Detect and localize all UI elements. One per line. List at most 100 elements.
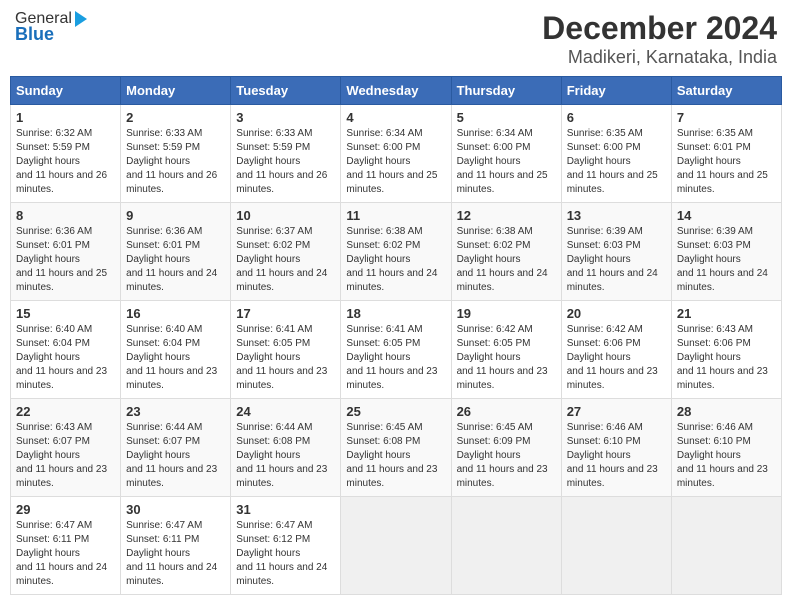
day-info: Sunrise: 6:36 AM Sunset: 6:01 PM Dayligh… [126, 225, 225, 295]
calendar-cell: 9 Sunrise: 6:36 AM Sunset: 6:01 PM Dayli… [121, 203, 231, 301]
column-header-wednesday: Wednesday [341, 77, 451, 105]
location-title: Madikeri, Karnataka, India [542, 47, 777, 68]
calendar-cell: 24 Sunrise: 6:44 AM Sunset: 6:08 PM Dayl… [231, 399, 341, 497]
day-info: Sunrise: 6:47 AM Sunset: 6:11 PM Dayligh… [126, 519, 225, 589]
calendar-cell: 13 Sunrise: 6:39 AM Sunset: 6:03 PM Dayl… [561, 203, 671, 301]
day-info: Sunrise: 6:32 AM Sunset: 5:59 PM Dayligh… [16, 127, 115, 197]
day-number: 14 [677, 208, 776, 223]
month-title: December 2024 [542, 10, 777, 47]
day-info: Sunrise: 6:38 AM Sunset: 6:02 PM Dayligh… [457, 225, 556, 295]
day-number: 1 [16, 110, 115, 125]
day-info: Sunrise: 6:38 AM Sunset: 6:02 PM Dayligh… [346, 225, 445, 295]
calendar-week-3: 15 Sunrise: 6:40 AM Sunset: 6:04 PM Dayl… [11, 301, 782, 399]
calendar-cell: 15 Sunrise: 6:40 AM Sunset: 6:04 PM Dayl… [11, 301, 121, 399]
calendar-table: SundayMondayTuesdayWednesdayThursdayFrid… [10, 76, 782, 595]
calendar-cell: 2 Sunrise: 6:33 AM Sunset: 5:59 PM Dayli… [121, 105, 231, 203]
column-header-thursday: Thursday [451, 77, 561, 105]
page-header: General Blue December 2024 Madikeri, Kar… [10, 10, 782, 68]
column-header-saturday: Saturday [671, 77, 781, 105]
day-info: Sunrise: 6:44 AM Sunset: 6:08 PM Dayligh… [236, 421, 335, 491]
calendar-week-5: 29 Sunrise: 6:47 AM Sunset: 6:11 PM Dayl… [11, 497, 782, 595]
day-number: 17 [236, 306, 335, 321]
day-number: 5 [457, 110, 556, 125]
day-info: Sunrise: 6:33 AM Sunset: 5:59 PM Dayligh… [126, 127, 225, 197]
day-number: 10 [236, 208, 335, 223]
calendar-cell: 8 Sunrise: 6:36 AM Sunset: 6:01 PM Dayli… [11, 203, 121, 301]
day-number: 6 [567, 110, 666, 125]
day-number: 29 [16, 502, 115, 517]
day-info: Sunrise: 6:45 AM Sunset: 6:08 PM Dayligh… [346, 421, 445, 491]
day-number: 13 [567, 208, 666, 223]
day-info: Sunrise: 6:42 AM Sunset: 6:06 PM Dayligh… [567, 323, 666, 393]
day-info: Sunrise: 6:37 AM Sunset: 6:02 PM Dayligh… [236, 225, 335, 295]
logo-arrow-icon [75, 11, 87, 27]
day-number: 26 [457, 404, 556, 419]
day-number: 18 [346, 306, 445, 321]
calendar-cell: 30 Sunrise: 6:47 AM Sunset: 6:11 PM Dayl… [121, 497, 231, 595]
calendar-cell [451, 497, 561, 595]
day-number: 22 [16, 404, 115, 419]
calendar-header-row: SundayMondayTuesdayWednesdayThursdayFrid… [11, 77, 782, 105]
day-number: 15 [16, 306, 115, 321]
day-info: Sunrise: 6:46 AM Sunset: 6:10 PM Dayligh… [567, 421, 666, 491]
logo-blue-text: Blue [15, 24, 54, 45]
calendar-cell [671, 497, 781, 595]
day-info: Sunrise: 6:34 AM Sunset: 6:00 PM Dayligh… [457, 127, 556, 197]
column-header-tuesday: Tuesday [231, 77, 341, 105]
day-info: Sunrise: 6:47 AM Sunset: 6:12 PM Dayligh… [236, 519, 335, 589]
day-number: 25 [346, 404, 445, 419]
day-info: Sunrise: 6:40 AM Sunset: 6:04 PM Dayligh… [16, 323, 115, 393]
calendar-cell: 16 Sunrise: 6:40 AM Sunset: 6:04 PM Dayl… [121, 301, 231, 399]
day-info: Sunrise: 6:39 AM Sunset: 6:03 PM Dayligh… [567, 225, 666, 295]
calendar-cell: 4 Sunrise: 6:34 AM Sunset: 6:00 PM Dayli… [341, 105, 451, 203]
day-number: 3 [236, 110, 335, 125]
day-number: 2 [126, 110, 225, 125]
day-info: Sunrise: 6:40 AM Sunset: 6:04 PM Dayligh… [126, 323, 225, 393]
day-number: 30 [126, 502, 225, 517]
calendar-cell: 5 Sunrise: 6:34 AM Sunset: 6:00 PM Dayli… [451, 105, 561, 203]
calendar-cell: 21 Sunrise: 6:43 AM Sunset: 6:06 PM Dayl… [671, 301, 781, 399]
calendar-cell: 29 Sunrise: 6:47 AM Sunset: 6:11 PM Dayl… [11, 497, 121, 595]
day-number: 24 [236, 404, 335, 419]
calendar-cell: 27 Sunrise: 6:46 AM Sunset: 6:10 PM Dayl… [561, 399, 671, 497]
calendar-cell: 18 Sunrise: 6:41 AM Sunset: 6:05 PM Dayl… [341, 301, 451, 399]
calendar-cell: 10 Sunrise: 6:37 AM Sunset: 6:02 PM Dayl… [231, 203, 341, 301]
column-header-sunday: Sunday [11, 77, 121, 105]
day-info: Sunrise: 6:41 AM Sunset: 6:05 PM Dayligh… [236, 323, 335, 393]
day-number: 12 [457, 208, 556, 223]
calendar-cell: 26 Sunrise: 6:45 AM Sunset: 6:09 PM Dayl… [451, 399, 561, 497]
day-number: 28 [677, 404, 776, 419]
column-header-monday: Monday [121, 77, 231, 105]
calendar-week-1: 1 Sunrise: 6:32 AM Sunset: 5:59 PM Dayli… [11, 105, 782, 203]
calendar-week-4: 22 Sunrise: 6:43 AM Sunset: 6:07 PM Dayl… [11, 399, 782, 497]
day-info: Sunrise: 6:43 AM Sunset: 6:06 PM Dayligh… [677, 323, 776, 393]
day-info: Sunrise: 6:33 AM Sunset: 5:59 PM Dayligh… [236, 127, 335, 197]
day-number: 11 [346, 208, 445, 223]
column-header-friday: Friday [561, 77, 671, 105]
calendar-cell: 20 Sunrise: 6:42 AM Sunset: 6:06 PM Dayl… [561, 301, 671, 399]
day-number: 4 [346, 110, 445, 125]
day-info: Sunrise: 6:36 AM Sunset: 6:01 PM Dayligh… [16, 225, 115, 295]
calendar-cell: 3 Sunrise: 6:33 AM Sunset: 5:59 PM Dayli… [231, 105, 341, 203]
calendar-cell: 22 Sunrise: 6:43 AM Sunset: 6:07 PM Dayl… [11, 399, 121, 497]
calendar-cell: 11 Sunrise: 6:38 AM Sunset: 6:02 PM Dayl… [341, 203, 451, 301]
day-number: 7 [677, 110, 776, 125]
day-info: Sunrise: 6:34 AM Sunset: 6:00 PM Dayligh… [346, 127, 445, 197]
calendar-week-2: 8 Sunrise: 6:36 AM Sunset: 6:01 PM Dayli… [11, 203, 782, 301]
calendar-cell [341, 497, 451, 595]
calendar-cell: 1 Sunrise: 6:32 AM Sunset: 5:59 PM Dayli… [11, 105, 121, 203]
day-number: 9 [126, 208, 225, 223]
calendar-cell [561, 497, 671, 595]
day-info: Sunrise: 6:44 AM Sunset: 6:07 PM Dayligh… [126, 421, 225, 491]
calendar-cell: 12 Sunrise: 6:38 AM Sunset: 6:02 PM Dayl… [451, 203, 561, 301]
day-info: Sunrise: 6:46 AM Sunset: 6:10 PM Dayligh… [677, 421, 776, 491]
day-info: Sunrise: 6:47 AM Sunset: 6:11 PM Dayligh… [16, 519, 115, 589]
calendar-cell: 6 Sunrise: 6:35 AM Sunset: 6:00 PM Dayli… [561, 105, 671, 203]
day-number: 16 [126, 306, 225, 321]
calendar-cell: 19 Sunrise: 6:42 AM Sunset: 6:05 PM Dayl… [451, 301, 561, 399]
calendar-cell: 28 Sunrise: 6:46 AM Sunset: 6:10 PM Dayl… [671, 399, 781, 497]
day-info: Sunrise: 6:39 AM Sunset: 6:03 PM Dayligh… [677, 225, 776, 295]
day-info: Sunrise: 6:42 AM Sunset: 6:05 PM Dayligh… [457, 323, 556, 393]
day-number: 19 [457, 306, 556, 321]
day-info: Sunrise: 6:35 AM Sunset: 6:01 PM Dayligh… [677, 127, 776, 197]
